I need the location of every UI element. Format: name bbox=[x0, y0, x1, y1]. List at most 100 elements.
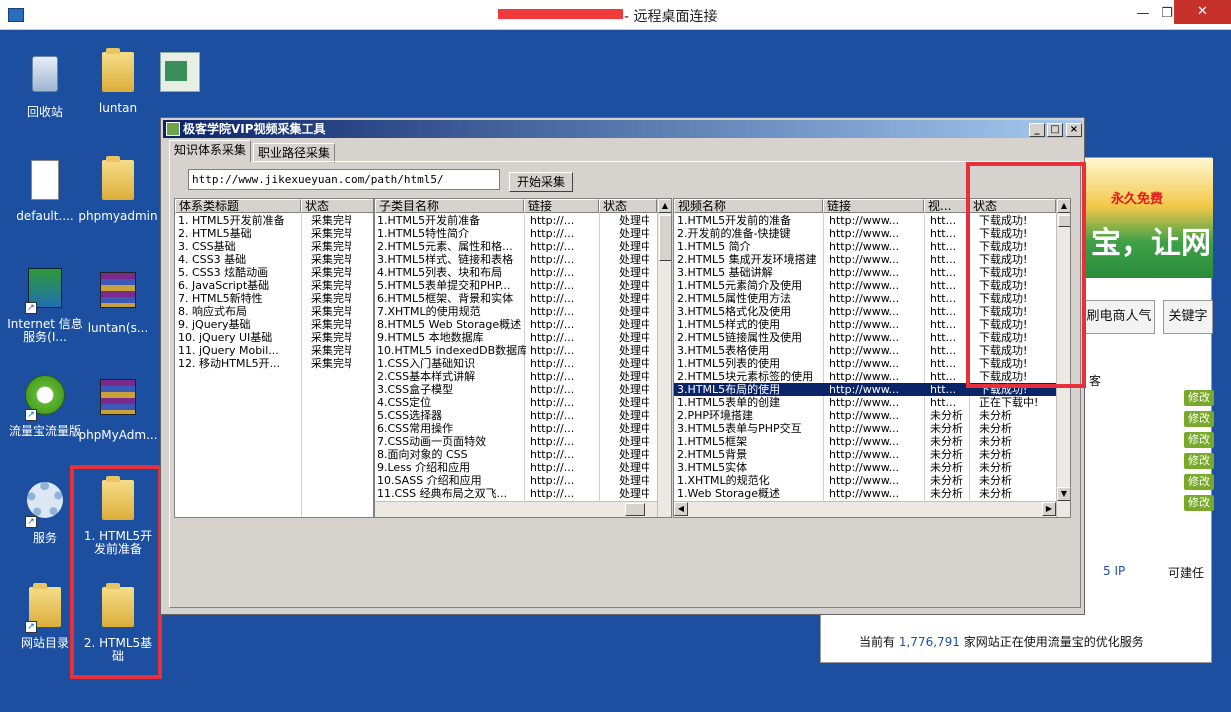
desktop-icon-app[interactable] bbox=[150, 52, 210, 102]
list-item[interactable]: 4. CSS3 基础 采集完毕 bbox=[175, 253, 373, 266]
list-item[interactable]: 3.HTML5表单与PHP交互 http://www... 未分析 未分析 bbox=[674, 422, 1070, 435]
modify-button[interactable]: 修改 bbox=[1184, 474, 1214, 490]
subcategory-hscroll[interactable] bbox=[375, 501, 657, 517]
list-item[interactable]: 1.HTML5特性简介 http://... 处理中 bbox=[375, 227, 671, 240]
list-item[interactable]: 12. 移动HTML5开... 采集完毕 bbox=[175, 357, 373, 370]
cell: 处理中 bbox=[619, 422, 649, 435]
close-button[interactable]: ✕ bbox=[1174, 0, 1231, 24]
scroll-right-icon[interactable]: ▶ bbox=[1042, 502, 1056, 516]
list-item[interactable]: 11. jQuery Mobil... 采集完毕 bbox=[175, 344, 373, 357]
list-item[interactable]: 1.HTML5框架 http://www... 未分析 未分析 bbox=[674, 435, 1070, 448]
list-item[interactable]: 8.HTML5 Web Storage概述 http://... 处理中 bbox=[375, 318, 671, 331]
list-item[interactable]: 9. jQuery基础 采集完毕 bbox=[175, 318, 373, 331]
cell: 未分析 bbox=[930, 461, 963, 474]
desktop-icon-luntan-rar[interactable]: luntan(s... bbox=[78, 268, 158, 335]
modify-button[interactable]: 修改 bbox=[1184, 495, 1214, 511]
scroll-up-icon[interactable]: ▲ bbox=[658, 199, 671, 213]
col-header-link[interactable]: 链接 bbox=[524, 199, 599, 213]
tab-knowledge[interactable]: 知识体系采集 bbox=[169, 140, 252, 162]
list-item[interactable]: 1. HTML5开发前准备 采集完毕 bbox=[175, 214, 373, 227]
list-item[interactable]: 1.HTML5表单的创建 http://www... htt... 正在下载中! bbox=[674, 396, 1070, 409]
list-item[interactable]: 2. HTML5基础 采集完毕 bbox=[175, 227, 373, 240]
list-item[interactable]: 9.Less 介绍和应用 http://... 处理中 bbox=[375, 461, 671, 474]
app-close-button[interactable]: × bbox=[1066, 123, 1082, 137]
cell: http://www... bbox=[829, 435, 900, 448]
video-hscroll[interactable]: ◀ ▶ bbox=[674, 501, 1056, 517]
modify-button[interactable]: 修改 bbox=[1184, 390, 1214, 406]
app-minimize-button[interactable]: _ bbox=[1029, 123, 1045, 137]
col-header-status[interactable]: 状态 bbox=[301, 199, 373, 213]
col-header-status[interactable]: 状态 bbox=[599, 199, 657, 213]
list-item[interactable]: 2.HTML5背景 http://www... 未分析 未分析 bbox=[674, 448, 1070, 461]
desktop-icon-phpmyadmin-rar[interactable]: phpMyAdm... bbox=[78, 375, 158, 442]
list-item[interactable]: 10.HTML5 indexedDB数据库 http://... 处理中 bbox=[375, 344, 671, 357]
cell: 3.HTML5表格使用 bbox=[677, 344, 770, 357]
col-header-link[interactable]: 链接 bbox=[823, 199, 924, 213]
url-input[interactable]: http://www.jikexueyuan.com/path/html5/ bbox=[188, 169, 500, 190]
col-header-video-url[interactable]: 视... bbox=[924, 199, 969, 213]
list-item[interactable]: 3.HTML5实体 http://www... 未分析 未分析 bbox=[674, 461, 1070, 474]
list-item[interactable]: 7. HTML5新特性 采集完毕 bbox=[175, 292, 373, 305]
start-collect-button[interactable]: 开始采集 bbox=[509, 172, 573, 192]
cell: 1.HTML5表单的创建 bbox=[677, 396, 781, 409]
desktop-icon-phpmyadmin[interactable]: phpmyadmin bbox=[78, 160, 158, 223]
list-item[interactable]: 7.CSS动画一页面特效 http://... 处理中 bbox=[375, 435, 671, 448]
list-item[interactable]: 10.SASS 介绍和应用 http://... 处理中 bbox=[375, 474, 671, 487]
list-item[interactable]: 3.CSS盒子模型 http://... 处理中 bbox=[375, 383, 671, 396]
desktop-icon-liuliangbao[interactable]: ↗ 流量宝流量版 bbox=[5, 375, 85, 438]
list-item[interactable]: 2.HTML5元素、属性和格... http://... 处理中 bbox=[375, 240, 671, 253]
list-item[interactable]: 4.HTML5列表、块和布局 http://... 处理中 bbox=[375, 266, 671, 279]
scroll-left-icon[interactable]: ◀ bbox=[674, 502, 688, 516]
desktop-icon-iis[interactable]: ↗ Internet 信息服务(I... bbox=[5, 268, 85, 344]
list-item[interactable]: 5.CSS选择器 http://... 处理中 bbox=[375, 409, 671, 422]
list-item[interactable]: 10. jQuery UI基础 采集完毕 bbox=[175, 331, 373, 344]
list-item[interactable]: 8.面向对象的 CSS http://... 处理中 bbox=[375, 448, 671, 461]
list-item[interactable]: 5.HTML5表单提交和PHP... http://... 处理中 bbox=[375, 279, 671, 292]
banner-free: 永久免费 bbox=[1111, 192, 1164, 207]
list-item[interactable]: 4.CSS定位 http://... 处理中 bbox=[375, 396, 671, 409]
col-header-subcategory[interactable]: 子类目名称 bbox=[375, 199, 524, 213]
cell: http://... bbox=[530, 370, 575, 383]
cell: http://www... bbox=[829, 487, 900, 500]
col-header-title[interactable]: 体系类标题 bbox=[175, 199, 301, 213]
scroll-thumb[interactable] bbox=[659, 215, 671, 261]
list-item[interactable]: 5. CSS3 炫酷动画 采集完毕 bbox=[175, 266, 373, 279]
cell: 未分析 bbox=[930, 487, 963, 500]
cell: http://... bbox=[530, 292, 575, 305]
app-maximize-button[interactable]: □ bbox=[1047, 123, 1063, 137]
desktop-icon-recycle-bin[interactable]: 回收站 bbox=[5, 52, 85, 119]
modify-button[interactable]: 修改 bbox=[1184, 453, 1214, 469]
scroll-down-icon[interactable]: ▼ bbox=[1057, 487, 1070, 501]
list-item[interactable]: 11.CSS 经典布局之双飞... http://... 处理中 bbox=[375, 487, 671, 500]
desktop-icon-luntan[interactable]: luntan bbox=[78, 52, 158, 115]
list-item[interactable]: 1.Web Storage概述 http://www... 未分析 未分析 bbox=[674, 487, 1070, 500]
list-item[interactable]: 3. CSS基础 采集完毕 bbox=[175, 240, 373, 253]
subcategory-list[interactable]: 子类目名称 链接 状态 1.HTML5开发前准备 http://... 处理中 1.H… bbox=[374, 198, 672, 518]
list-item[interactable]: 9.HTML5 本地数据库 http://... 处理中 bbox=[375, 331, 671, 344]
desktop-icon-default[interactable]: default.... bbox=[5, 160, 85, 223]
tab-career-path[interactable]: 职业路径采集 bbox=[253, 143, 336, 163]
cell: 9.Less 介绍和应用 bbox=[377, 461, 471, 474]
list-item[interactable]: 2.PHP环境搭建 http://www... 未分析 未分析 bbox=[674, 409, 1070, 422]
subcategory-vscroll[interactable]: ▲ bbox=[657, 199, 671, 517]
keyword-button[interactable]: 关键字 bbox=[1163, 300, 1213, 334]
list-item[interactable]: 6.HTML5框架、背景和实体 http://... 处理中 bbox=[375, 292, 671, 305]
list-item[interactable]: 2.CSS基本样式讲解 http://... 处理中 bbox=[375, 370, 671, 383]
col-header-video[interactable]: 视频名称 bbox=[674, 199, 823, 213]
list-item[interactable]: 8. 响应式布局 采集完毕 bbox=[175, 305, 373, 318]
list-item[interactable]: 1.XHTML的规范化 http://www... 未分析 未分析 bbox=[674, 474, 1070, 487]
list-item[interactable]: 7.XHTML的使用规范 http://... 处理中 bbox=[375, 305, 671, 318]
cell: http://www... bbox=[829, 474, 900, 487]
cell: http://www... bbox=[829, 370, 900, 383]
category-list[interactable]: 体系类标题 状态 1. HTML5开发前准备 采集完毕 2. HTML5基础 采集完毕… bbox=[174, 198, 374, 518]
boost-traffic-button[interactable]: 刷电商人气 bbox=[1083, 300, 1155, 334]
list-item[interactable]: 6. JavaScript基础 采集完毕 bbox=[175, 279, 373, 292]
list-item[interactable]: 6.CSS常用操作 http://... 处理中 bbox=[375, 422, 671, 435]
modify-button[interactable]: 修改 bbox=[1184, 432, 1214, 448]
list-item[interactable]: 1.HTML5开发前准备 http://... 处理中 bbox=[375, 214, 671, 227]
cell: http://www... bbox=[829, 344, 900, 357]
hscroll-thumb[interactable] bbox=[625, 503, 645, 516]
list-item[interactable]: 1.CSS入门基础知识 http://... 处理中 bbox=[375, 357, 671, 370]
list-item[interactable]: 3.HTML5样式、链接和表格 http://... 处理中 bbox=[375, 253, 671, 266]
modify-button[interactable]: 修改 bbox=[1184, 411, 1214, 427]
